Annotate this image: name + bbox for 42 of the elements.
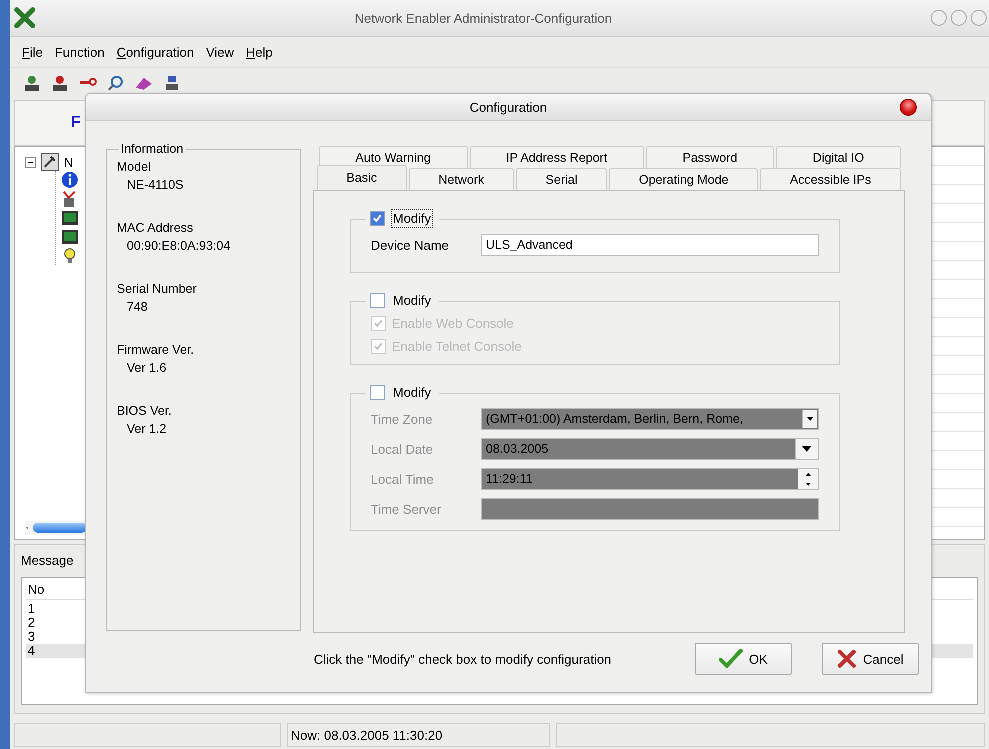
menu-item[interactable]: File [22,44,43,60]
field-label: Local Time [371,472,435,486]
info-label: Firmware Ver. [116,343,196,357]
menu-item[interactable]: Help [246,44,273,60]
panel-heading: Information [119,142,186,156]
text-field[interactable]: ULS_Advanced [481,234,819,256]
info-value: 00:90:E8:0A:93:04 [126,238,232,253]
info-label: Model [116,160,152,174]
panel-title: Message [21,553,75,570]
tree-item[interactable]: N [64,154,74,170]
field-label: Time Server [371,502,442,516]
checkbox-label[interactable]: Modify [391,209,434,228]
info-label: BIOS Ver. [116,404,173,418]
tab[interactable]: Accessible IPs [760,168,902,190]
ok-button[interactable]: OK [695,643,792,675]
tab[interactable]: Operating Mode [609,168,758,190]
info-label: Serial Number [116,282,198,296]
status-text: Now: 08.03.2005 11:30:20 [287,723,550,747]
menu-item[interactable]: Configuration [116,44,194,60]
column-header[interactable]: No [26,580,47,599]
window-title: Network Enabler Administrator-Configuration [354,10,614,26]
menu-item[interactable]: View [206,44,234,60]
panel-header-text: F [71,114,81,132]
tab[interactable]: Serial [516,168,608,190]
menu-item[interactable]: Function [54,44,105,60]
field-label: Local Date [371,442,434,456]
tab[interactable]: Basic [317,165,407,190]
info-value: Ver 1.2 [126,421,168,436]
field-label: Time Zone [371,412,434,426]
hint-text: Click the "Modify" check box to modify configuration [314,652,613,666]
tab[interactable]: Digital IO [776,146,901,168]
tab[interactable]: Auto Warning [319,146,468,168]
cancel-button[interactable]: Cancel [822,643,919,675]
tab[interactable]: Network [408,168,514,190]
field-label: Device Name [371,238,450,252]
info-value: NE-4110S [126,177,185,192]
tab[interactable]: IP Address Report [470,146,644,168]
info-label: MAC Address [116,221,194,235]
tab[interactable]: Password [646,146,774,168]
info-value: Ver 1.6 [126,360,168,375]
dialog-title: Configuration [470,100,548,114]
info-value: 748 [126,299,149,314]
